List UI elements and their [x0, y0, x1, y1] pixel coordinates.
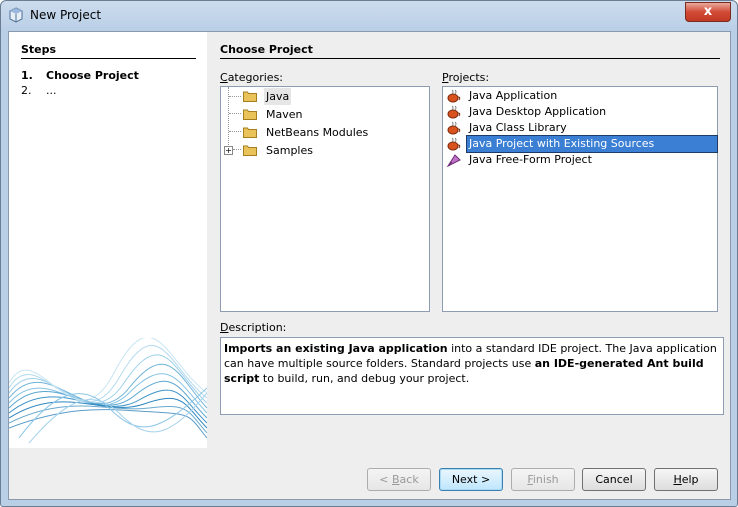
- step-number: 2.: [21, 84, 32, 97]
- cancel-button[interactable]: Cancel: [582, 468, 646, 491]
- mnemonic: C: [220, 71, 228, 84]
- description-bold-text: Imports an existing Java application: [224, 342, 448, 355]
- folder-icon: [243, 127, 257, 138]
- expand-plus-icon[interactable]: +: [224, 146, 233, 155]
- java-cup-icon: [447, 121, 461, 135]
- freeform-project-icon: [446, 154, 461, 168]
- java-cup-icon: [447, 105, 461, 119]
- button-label: ack: [399, 473, 419, 486]
- list-item-java-desktop-application[interactable]: Java Desktop Application: [445, 104, 715, 120]
- finish-button[interactable]: Finish: [511, 468, 575, 491]
- page-title: Choose Project: [220, 43, 313, 56]
- button-label: inish: [532, 473, 559, 486]
- list-item-java-project-existing-sources[interactable]: Java Project with Existing Sources: [445, 135, 718, 153]
- step-label: ...: [46, 84, 57, 97]
- tree-node-netbeans-modules[interactable]: NetBeans Modules: [221, 124, 427, 141]
- dialog-content: Steps 1. Choose Project 2.... Choose Pro…: [8, 31, 731, 500]
- description-label: Description:: [220, 321, 286, 334]
- list-item-java-class-library[interactable]: Java Class Library: [445, 120, 715, 136]
- tree-node-samples[interactable]: + Samples: [221, 142, 427, 159]
- close-icon: x: [703, 4, 713, 19]
- java-cup-icon: [447, 137, 461, 151]
- tree-node-label: Samples: [266, 144, 313, 157]
- button-label: <: [379, 473, 392, 486]
- help-button[interactable]: Help: [654, 468, 718, 491]
- title-divider: [220, 58, 720, 59]
- back-button[interactable]: < Back: [367, 468, 431, 491]
- next-button[interactable]: Next >: [439, 468, 503, 491]
- close-button[interactable]: x: [685, 2, 731, 22]
- tree-node-label: Java: [264, 88, 292, 105]
- folder-icon: [243, 91, 257, 102]
- description-text: to build, run, and debug your project.: [259, 372, 470, 385]
- list-item-label: Java Class Library: [469, 121, 567, 134]
- step-label: Choose Project: [46, 69, 139, 82]
- folder-icon: [243, 145, 257, 156]
- label-text: ategories:: [227, 71, 284, 84]
- new-project-dialog: New Project x Steps 1. Choose Project 2..…: [0, 0, 738, 507]
- label-text: escription:: [228, 321, 287, 334]
- mnemonic: B: [392, 473, 400, 486]
- list-item-label: Java Free-Form Project: [469, 153, 592, 166]
- step-2: 2....: [21, 84, 57, 97]
- title-bar[interactable]: New Project x: [1, 1, 737, 29]
- step-1: 1. Choose Project: [21, 69, 139, 82]
- tree-node-maven[interactable]: Maven: [221, 106, 427, 123]
- steps-panel: Steps 1. Choose Project 2....: [9, 32, 207, 448]
- steps-title: Steps: [21, 43, 57, 56]
- list-item-label: Java Application: [469, 89, 558, 102]
- steps-divider: [21, 58, 196, 59]
- description-box: Imports an existing Java application int…: [220, 337, 724, 415]
- list-item-java-free-form-project[interactable]: Java Free-Form Project: [445, 152, 715, 168]
- tree-node-label: NetBeans Modules: [266, 126, 369, 139]
- button-label: elp: [681, 473, 699, 486]
- window-title: New Project: [30, 8, 102, 22]
- tree-node-label: Maven: [266, 108, 303, 121]
- folder-icon: [243, 109, 257, 120]
- projects-label: Projects:: [442, 71, 489, 84]
- tree-node-java[interactable]: Java: [221, 88, 427, 105]
- list-item-label: Java Project with Existing Sources: [466, 135, 718, 153]
- projects-list[interactable]: Java Application Java Desktop Applicatio…: [442, 86, 718, 312]
- categories-label: Categories:: [220, 71, 283, 84]
- list-item-label: Java Desktop Application: [469, 105, 607, 118]
- decorative-swoosh-graphic: [9, 338, 207, 444]
- java-cup-icon: [447, 89, 461, 103]
- mnemonic: H: [673, 473, 682, 486]
- step-number: 1.: [21, 69, 33, 82]
- list-item-java-application[interactable]: Java Application: [445, 88, 715, 104]
- label-text: rojects:: [448, 71, 490, 84]
- netbeans-cube-icon: [9, 7, 23, 23]
- categories-tree[interactable]: Java Maven NetBeans Modules + Samples: [220, 86, 430, 312]
